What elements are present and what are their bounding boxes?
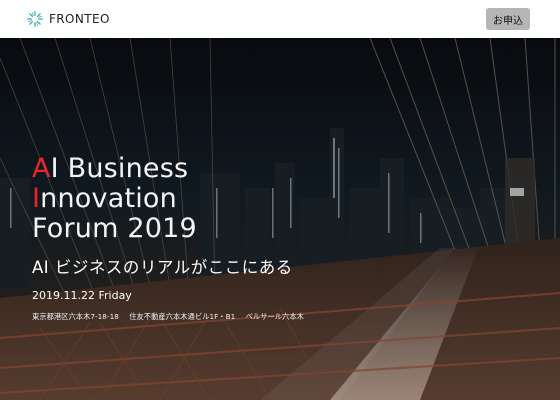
hero-section: AI Business Innovation Forum 2019 AI ビジネ… bbox=[0, 38, 560, 400]
title-line-2: Innovation bbox=[32, 183, 177, 214]
venue-building: 住友不動産六本木通ビル1F・B1 bbox=[129, 312, 236, 321]
hero-text-block: AI Business Innovation Forum 2019 AI ビジネ… bbox=[32, 154, 312, 322]
event-venue: 東京都港区六本木7-18-18 住友不動産六本木通ビル1F・B1 ベルサール六本… bbox=[32, 312, 312, 322]
apply-button[interactable]: お申込 bbox=[486, 8, 530, 30]
venue-address: 東京都港区六本木7-18-18 bbox=[32, 312, 119, 321]
venue-hall: ベルサール六本木 bbox=[245, 312, 304, 321]
fronteo-logo[interactable]: FRONTEO bbox=[26, 10, 110, 28]
event-subtitle: AI ビジネスのリアルがここにある bbox=[32, 258, 293, 277]
logo-text: FRONTEO bbox=[49, 12, 110, 26]
fronteo-sunburst-icon bbox=[27, 11, 43, 27]
site-header: FRONTEO お申込 bbox=[0, 0, 560, 38]
event-date: 2019.11.22 Friday bbox=[32, 289, 132, 302]
title-line-3: Forum 2019 bbox=[32, 213, 197, 244]
title-line-1: AI Business bbox=[32, 153, 189, 184]
